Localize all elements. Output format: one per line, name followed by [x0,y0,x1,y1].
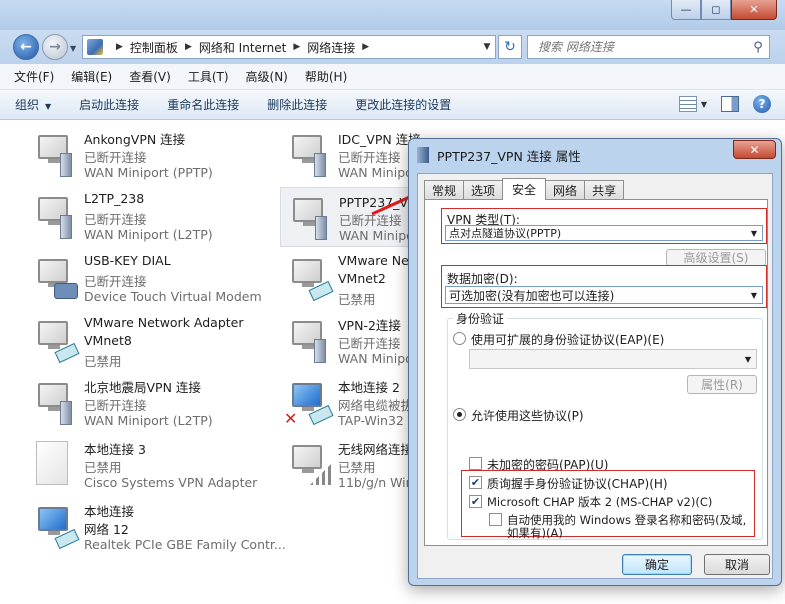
search-box[interactable]: ⚲ [527,35,770,59]
dialog-tabs: 常规 选项 安全 网络 共享 [424,178,625,200]
tab-sharing[interactable]: 共享 [584,180,625,200]
menu-help[interactable]: 帮助(H) [305,68,347,85]
mschap-label[interactable]: Microsoft CHAP 版本 2 (MS-CHAP v2)(C) [487,494,712,510]
vpn-type-select[interactable]: 点对点隧道协议(PPTP) ▼ [445,225,763,241]
change-settings-button[interactable]: 更改此连接的设置 [355,96,451,113]
document-icon [28,441,80,489]
chevron-down-icon: ▼ [750,290,758,300]
refresh-icon[interactable]: ↻ [498,35,522,59]
wireless-connection-icon [282,441,334,489]
ok-button[interactable]: 确定 [622,554,692,575]
encryption-label: 数据加密(D): [447,272,518,286]
vpn-connection-icon [282,131,334,179]
connection-item-ankongvpn[interactable]: AnkongVPN 连接 已断开连接 WAN Miniport (PPTP) [26,125,281,185]
allow-protocols-radio[interactable] [453,408,466,421]
eap-properties-button[interactable]: 属性(R) [687,375,757,394]
connection-item-local3[interactable]: 本地连接 3 已禁用 Cisco Systems VPN Adapter [26,435,281,495]
tab-network[interactable]: 网络 [545,180,586,200]
pap-checkbox[interactable] [469,457,482,470]
organize-button[interactable]: 组织 ▼ [15,96,51,113]
search-input[interactable] [538,40,747,54]
preview-pane-icon[interactable] [721,96,739,112]
navigation-bar: ← → ▼ ▶ 控制面板 ▶ 网络和 Internet ▶ 网络连接 ▶ ▼ ↻… [0,30,785,64]
breadcrumb: ▶ 控制面板 ▶ 网络和 Internet ▶ 网络连接 ▶ [116,39,370,56]
start-connection-button[interactable]: 启动此连接 [79,96,139,113]
mschap-checkbox[interactable]: ✔ [469,495,482,508]
dialog-body: 常规 选项 安全 网络 共享 VPN 类型(T): 点对点隧道协议(PPTP) … [417,173,773,579]
vpn-connection-icon [28,193,80,241]
help-icon[interactable]: ? [753,95,771,113]
connection-item-l2tp238[interactable]: L2TP_238 已断开连接 WAN Miniport (L2TP) [26,187,281,247]
lan-connection-icon [28,317,80,365]
breadcrumb-network-internet[interactable]: 网络和 Internet [199,39,286,56]
error-x-icon: ✕ [284,409,298,428]
tab-general[interactable]: 常规 [424,180,465,200]
search-icon[interactable]: ⚲ [747,40,769,55]
advanced-settings-button[interactable]: 高级设置(S) [666,249,766,266]
address-bar[interactable]: ▶ 控制面板 ▶ 网络和 Internet ▶ 网络连接 ▶ ▼ [82,35,496,59]
lan-disconnected-icon: ✕ [282,379,334,428]
connection-item-usbkey[interactable]: USB-KEY DIAL 已断开连接 Device Touch Virtual … [26,249,281,309]
vpn-connection-icon [282,317,334,365]
encryption-select[interactable]: 可选加密(没有加密也可以连接) ▼ [445,286,763,304]
dialog-close-button[interactable]: ✕ [733,140,776,159]
menu-tools[interactable]: 工具(T) [188,68,229,85]
tab-security[interactable]: 安全 [502,178,547,200]
security-panel: VPN 类型(T): 点对点隧道协议(PPTP) ▼ 高级设置(S) 数据加密(… [424,199,768,546]
rename-connection-button[interactable]: 重命名此连接 [167,96,239,113]
vpn-properties-dialog: PPTP237_VPN 连接 属性 ✕ 常规 选项 安全 网络 共享 VPN 类… [408,138,782,586]
menu-bar: 文件(F) 编辑(E) 查看(V) 工具(T) 高级(N) 帮助(H) [0,64,785,90]
vpn-connection-icon [283,194,335,242]
connection-properties-icon [417,147,429,163]
lan-connection-icon [28,503,80,551]
view-dropdown-icon[interactable]: ▼ [701,100,707,109]
close-button[interactable]: ✕ [731,0,777,20]
command-bar: 组织 ▼ 启动此连接 重命名此连接 删除此连接 更改此连接的设置 ▼ ? [0,90,785,120]
connection-item-vmnet8[interactable]: VMware Network Adapter VMnet8 已禁用 [26,311,281,371]
forward-button[interactable]: → [42,34,68,60]
eap-select[interactable]: ▼ [469,349,757,369]
cancel-button[interactable]: 取消 [704,554,770,575]
chevron-down-icon: ▼ [750,228,758,238]
vpn-connection-icon [28,379,80,427]
eap-radio[interactable] [453,332,466,345]
breadcrumb-control-panel[interactable]: 控制面板 [130,39,178,56]
chevron-down-icon: ▼ [45,102,52,111]
lan-connection-icon [282,255,334,303]
auto-login-checkbox[interactable] [489,513,502,526]
maximize-button[interactable]: ◻ [701,0,731,20]
allow-protocols-label[interactable]: 允许使用这些协议(P) [471,407,584,424]
auto-login-label-cont: 如果有)(A) [507,526,563,540]
chap-checkbox[interactable]: ✔ [469,476,482,489]
menu-edit[interactable]: 编辑(E) [71,68,112,85]
back-button[interactable]: ← [13,34,39,60]
eap-radio-label[interactable]: 使用可扩展的身份验证协议(EAP)(E) [471,331,664,348]
vpn-connection-icon [28,131,80,179]
menu-file[interactable]: 文件(F) [14,68,54,85]
minimize-button[interactable]: — [671,0,701,20]
dialup-connection-icon [28,255,80,303]
chevron-down-icon: ▼ [744,354,752,364]
address-dropdown-icon[interactable]: ▼ [479,42,495,52]
dialog-title: PPTP237_VPN 连接 属性 [417,145,581,165]
menu-advanced[interactable]: 高级(N) [246,68,288,85]
title-bar: — ◻ ✕ [0,0,785,30]
menu-view[interactable]: 查看(V) [129,68,171,85]
chap-label[interactable]: 质询握手身份验证协议(CHAP)(H) [487,475,668,492]
authentication-group-title: 身份验证 [453,310,508,327]
view-options-icon[interactable] [678,96,697,112]
connection-item-beijing-vpn[interactable]: 北京地震局VPN 连接 已断开连接 WAN Miniport (L2TP) [26,373,281,433]
tab-options[interactable]: 选项 [463,180,504,200]
delete-connection-button[interactable]: 删除此连接 [267,96,327,113]
connection-item-local[interactable]: 本地连接 网络 12 Realtek PCIe GBE Family Contr… [26,497,286,557]
breadcrumb-network-connections[interactable]: 网络连接 [307,39,355,56]
recent-pages-dropdown[interactable]: ▼ [70,44,76,53]
control-panel-icon [87,39,103,55]
